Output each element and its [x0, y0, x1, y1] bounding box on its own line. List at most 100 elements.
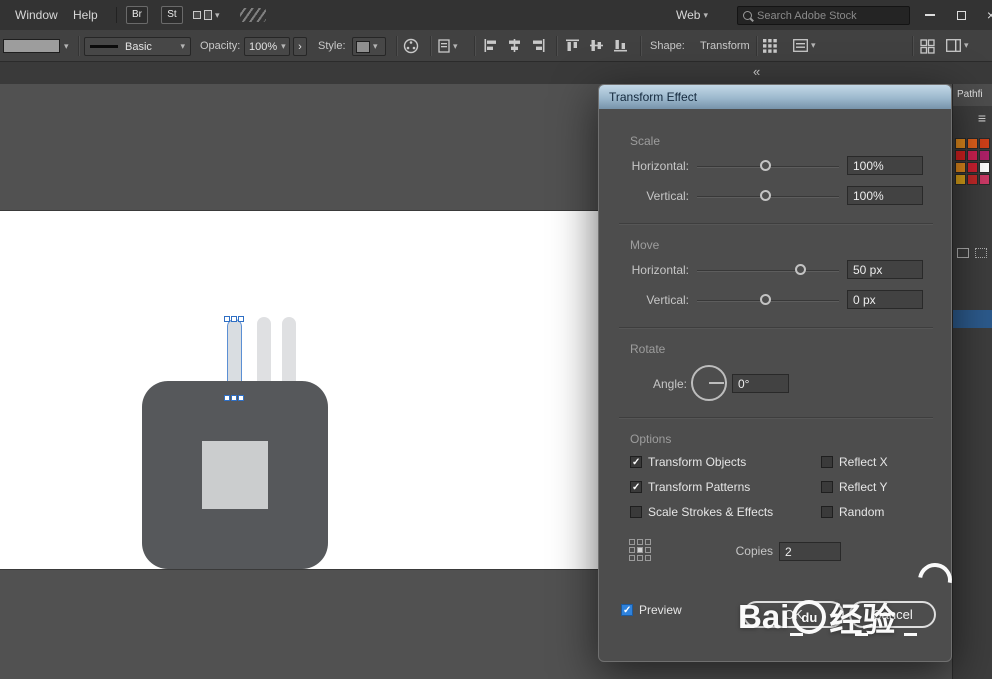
collapse-panels-icon[interactable]: « — [753, 64, 760, 79]
stock-search[interactable] — [737, 6, 910, 25]
color-swatch[interactable] — [967, 162, 978, 173]
checkbox[interactable]: ✓ — [821, 456, 833, 468]
dialog-titlebar[interactable]: Transform Effect — [599, 85, 951, 109]
scale-horizontal-label: Horizontal: — [599, 155, 689, 177]
reference-point-selected[interactable] — [637, 547, 643, 553]
panel-menu-icon[interactable]: ≡ — [978, 110, 986, 126]
slider-thumb[interactable] — [760, 160, 771, 171]
transform-options-button[interactable] — [763, 39, 777, 56]
reference-point[interactable] — [629, 547, 635, 553]
cancel-button[interactable]: Cancel — [849, 601, 936, 628]
graphic-style-dropdown[interactable]: ▾ — [352, 37, 386, 56]
reference-point-selector[interactable] — [629, 539, 651, 561]
ok-button[interactable]: OK — [743, 601, 844, 628]
color-swatch[interactable] — [967, 174, 978, 185]
menu-window[interactable]: Window — [6, 0, 67, 30]
properties-panel-button[interactable]: ▾ — [793, 39, 816, 52]
selection-handle[interactable] — [238, 316, 244, 322]
reference-point[interactable] — [629, 555, 635, 561]
scale-strokes-checkbox[interactable]: ✓ Scale Strokes & Effects — [630, 505, 773, 519]
copies-input[interactable] — [779, 542, 841, 561]
angle-dial[interactable] — [691, 365, 727, 401]
align-middle-button[interactable] — [590, 39, 603, 55]
align-right-button[interactable] — [532, 39, 545, 55]
random-checkbox[interactable]: ✓ Random — [821, 505, 884, 519]
color-swatch[interactable] — [979, 138, 990, 149]
align-left-button[interactable] — [484, 39, 497, 55]
scale-horizontal-input[interactable] — [847, 156, 923, 175]
color-swatch[interactable] — [967, 138, 978, 149]
slider-thumb[interactable] — [760, 190, 771, 201]
align-top-button[interactable] — [566, 39, 579, 55]
reflect-y-checkbox[interactable]: ✓ Reflect Y — [821, 480, 887, 494]
menu-help[interactable]: Help — [64, 0, 107, 30]
checkbox[interactable]: ✓ — [630, 481, 642, 493]
chevron-down-icon[interactable]: ▾ — [64, 42, 69, 51]
selection-fill-swatch[interactable] — [3, 39, 60, 53]
checkbox[interactable]: ✓ — [821, 506, 833, 518]
artwork-inner-square[interactable] — [202, 441, 268, 509]
opacity-more-button[interactable]: › — [293, 37, 307, 56]
color-swatch[interactable] — [967, 150, 978, 161]
selection-handle[interactable] — [231, 316, 237, 322]
color-swatch[interactable] — [955, 150, 966, 161]
checkbox[interactable]: ✓ — [621, 604, 633, 616]
move-vertical-slider[interactable] — [697, 300, 839, 302]
color-swatch[interactable] — [979, 150, 990, 161]
gpu-performance-icon[interactable] — [240, 8, 266, 22]
transform-patterns-checkbox[interactable]: ✓ Transform Patterns — [630, 480, 750, 494]
transform-objects-checkbox[interactable]: ✓ Transform Objects — [630, 455, 746, 469]
move-horizontal-input[interactable] — [847, 260, 923, 279]
workspace-panels-button[interactable]: ▾ — [946, 39, 969, 52]
opacity-dropdown[interactable]: 100% ▾ — [244, 37, 290, 56]
stroke-style-dropdown[interactable]: Basic ▾ — [84, 37, 191, 56]
document-setup-button[interactable]: ▾ — [438, 39, 458, 53]
color-swatch[interactable] — [979, 174, 990, 185]
color-swatch[interactable] — [955, 162, 966, 173]
reference-point[interactable] — [645, 547, 651, 553]
checkbox[interactable]: ✓ — [821, 481, 833, 493]
angle-input[interactable] — [732, 374, 789, 393]
checkbox[interactable]: ✓ — [630, 456, 642, 468]
pathfinder-panel-tab[interactable]: Pathfi — [953, 84, 992, 106]
restore-button[interactable] — [948, 0, 974, 30]
highlighted-panel-item[interactable] — [953, 310, 992, 328]
scale-vertical-input[interactable] — [847, 186, 923, 205]
reference-point[interactable] — [637, 555, 643, 561]
align-bottom-button[interactable] — [614, 39, 627, 55]
slider-thumb[interactable] — [760, 294, 771, 305]
arrange-documents-button[interactable]: ▾ — [193, 10, 220, 20]
selection-handle[interactable] — [238, 395, 244, 401]
arrange-grid-button[interactable] — [920, 39, 935, 57]
align-center-button[interactable] — [508, 39, 521, 55]
move-vertical-input[interactable] — [847, 290, 923, 309]
workspace-switcher[interactable]: Web ▾ — [676, 0, 708, 30]
reference-point[interactable] — [645, 539, 651, 545]
reflect-x-checkbox[interactable]: ✓ Reflect X — [821, 455, 888, 469]
preview-checkbox[interactable]: ✓ Preview — [621, 603, 682, 617]
shape-link[interactable]: Shape: — [650, 30, 685, 62]
selection-handle[interactable] — [224, 316, 230, 322]
color-swatch[interactable] — [979, 162, 990, 173]
checkbox[interactable]: ✓ — [630, 506, 642, 518]
scale-horizontal-slider[interactable] — [697, 166, 839, 168]
search-input[interactable] — [757, 10, 895, 22]
selection-handle[interactable] — [231, 395, 237, 401]
slider-thumb[interactable] — [795, 264, 806, 275]
color-swatch[interactable] — [955, 138, 966, 149]
selection-handle[interactable] — [224, 395, 230, 401]
move-horizontal-slider[interactable] — [697, 270, 839, 272]
transform-link[interactable]: Transform — [700, 30, 750, 62]
close-button[interactable]: × — [978, 0, 992, 30]
recolor-artwork-button[interactable] — [403, 38, 419, 57]
bridge-button[interactable]: Br — [126, 6, 148, 24]
panel-grid-icon[interactable] — [975, 248, 987, 258]
reference-point[interactable] — [629, 539, 635, 545]
scale-vertical-slider[interactable] — [697, 196, 839, 198]
reference-point[interactable] — [637, 539, 643, 545]
color-swatch[interactable] — [955, 174, 966, 185]
reference-point[interactable] — [645, 555, 651, 561]
stock-button[interactable]: St — [161, 6, 183, 24]
minimize-button[interactable] — [917, 0, 943, 30]
panel-list-icon[interactable] — [957, 248, 969, 258]
